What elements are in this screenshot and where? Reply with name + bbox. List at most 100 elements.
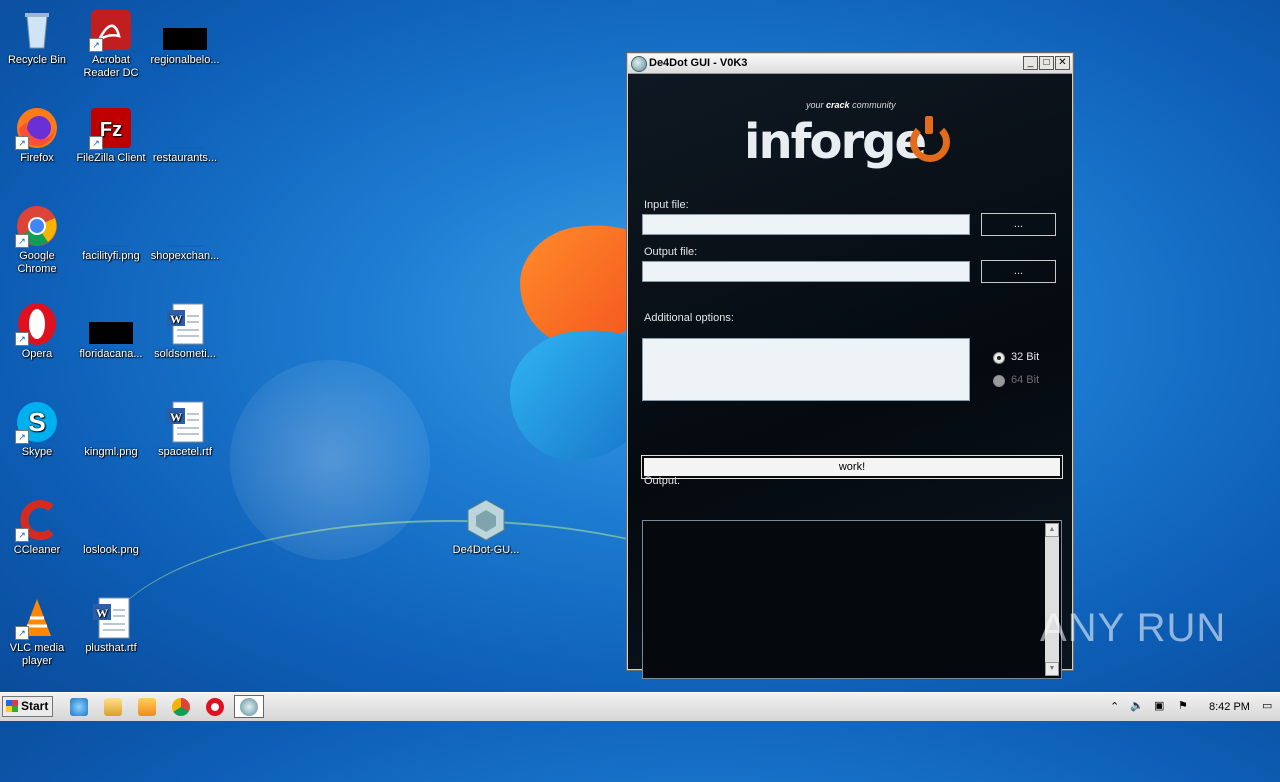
desktop-icon-floridacana[interactable]: floridacana... [74, 302, 148, 361]
maximize-button[interactable]: □ [1039, 56, 1054, 70]
ccleaner-icon: ↗ [15, 498, 59, 542]
desktop-icon-acrobat[interactable]: ↗ Acrobat Reader DC [74, 8, 148, 80]
close-button[interactable]: ✕ [1055, 56, 1070, 70]
shortcut-arrow-icon: ↗ [89, 38, 103, 52]
media-player-icon[interactable] [138, 698, 156, 716]
inforge-logo: your crack community inforge [744, 100, 974, 180]
shortcut-arrow-icon: ↗ [15, 136, 29, 150]
windows-flag-icon [6, 700, 18, 712]
firefox-icon: ↗ [15, 106, 59, 150]
ie-icon[interactable] [70, 698, 88, 716]
desktop-icon-label: Acrobat Reader DC [83, 54, 139, 79]
desktop-icon-label: De4Dot-GU... [452, 544, 520, 556]
start-label: Start [21, 699, 49, 713]
svg-text:Fz: Fz [100, 119, 122, 141]
desktop-icon-soldsometi[interactable]: W soldsometi... [148, 302, 222, 361]
anyrun-watermark: ANY RUN [1040, 606, 1227, 650]
desktop-icon-label: floridacana... [79, 348, 143, 360]
desktop-icon-filezilla[interactable]: Fz ↗ FileZilla Client [74, 106, 148, 165]
window-title: De4Dot GUI - V0K3 [649, 57, 748, 69]
clock[interactable]: 8:42 PM [1209, 701, 1250, 713]
svg-text:W: W [170, 312, 182, 326]
desktop-icon-plusthat[interactable]: W plusthat.rtf [74, 596, 148, 655]
de4dot-taskbar-button[interactable] [234, 695, 264, 718]
output-file-field[interactable] [642, 261, 970, 282]
shortcut-arrow-icon: ↗ [15, 528, 29, 542]
desktop-icon-label: kingml.png [84, 446, 138, 458]
image-file-icon [163, 8, 207, 52]
chrome-taskbar-icon[interactable] [172, 698, 190, 716]
maximize-icon: □ [1043, 57, 1050, 68]
desktop-icon-de4dot-gui[interactable]: De4Dot-GU... [449, 498, 523, 557]
logo-tagline: your crack community [806, 100, 896, 110]
minimize-button[interactable]: _ [1023, 56, 1038, 70]
explorer-icon[interactable] [104, 698, 122, 716]
desktop-icon-firefox[interactable]: ↗ Firefox [0, 106, 74, 165]
radio-32-bit-label: 32 Bit [1011, 351, 1040, 363]
desktop-icon-restaurants[interactable]: restaurants... [148, 106, 222, 165]
word-document-icon: W [163, 400, 207, 444]
desktop-icon-label: soldsometi... [154, 348, 216, 360]
shortcut-arrow-icon: ↗ [15, 332, 29, 346]
start-button[interactable]: Start [2, 696, 53, 717]
desktop-icon-label: Recycle Bin [7, 54, 67, 66]
desktop-icon-skype[interactable]: S ↗ Skype [0, 400, 74, 459]
shortcut-arrow-icon: ↗ [89, 136, 103, 150]
svg-text:W: W [96, 606, 108, 620]
desktop-icon-label: VLC media player [9, 642, 65, 667]
vlc-icon: ↗ [15, 596, 59, 640]
input-browse-button[interactable]: ... [981, 213, 1056, 236]
desktop-icon-shopexchan[interactable]: shopexchan... [148, 204, 222, 263]
shortcut-arrow-icon: ↗ [15, 430, 29, 444]
desktop-icon-facilityfi[interactable]: facilityfi.png [74, 204, 148, 263]
radio-64-bit-label: 64 Bit [1011, 374, 1040, 386]
desktop-icon-recycle-bin[interactable]: Recycle Bin [0, 8, 74, 67]
shortcut-arrow-icon: ↗ [15, 234, 29, 248]
input-file-field[interactable] [642, 214, 970, 235]
image-file-icon [89, 204, 133, 248]
desktop-icon-ccleaner[interactable]: ↗ CCleaner [0, 498, 74, 557]
de4dot-taskbar-icon [240, 698, 258, 716]
desktop-icon-label: Firefox [20, 152, 54, 164]
desktop-icon-google-chrome[interactable]: ↗ Google Chrome [0, 204, 74, 276]
minimize-icon: _ [1027, 57, 1034, 68]
svg-text:W: W [170, 410, 182, 424]
filezilla-icon: Fz ↗ [89, 106, 133, 150]
work-button[interactable]: work! [641, 455, 1063, 479]
scroll-down-icon[interactable]: ▼ [1045, 662, 1059, 676]
power-icon-stem [925, 116, 933, 134]
image-file-icon [163, 106, 207, 150]
output-scrollbar[interactable]: ▲ ▼ [1045, 523, 1059, 676]
output-text [643, 521, 1061, 527]
opera-taskbar-icon[interactable] [206, 698, 224, 716]
desktop-icon-label: plusthat.rtf [85, 642, 137, 654]
de4dot-window[interactable]: De4Dot GUI - V0K3 _ □ ✕ your crack commu… [626, 52, 1074, 679]
de4dot-icon [464, 498, 508, 542]
desktop-icon-label: loslook.png [83, 544, 139, 556]
desktop-icon-kingml[interactable]: kingml.png [74, 400, 148, 459]
desktop-icon-label: Opera [21, 348, 53, 360]
input-file-label: Input file: [644, 199, 689, 211]
show-desktop-button[interactable]: ▭ [1262, 699, 1272, 712]
desktop-icon-opera[interactable]: ↗ Opera [0, 302, 74, 361]
radio-disabled-icon [993, 375, 1005, 387]
desktop-icon-label: Google Chrome [17, 250, 57, 275]
recycle-bin-icon [15, 8, 59, 52]
output-textbox[interactable]: ▲ ▼ [642, 520, 1062, 679]
acrobat-icon: ↗ [89, 8, 133, 52]
show-hidden-icons-button[interactable]: ⌃ [1110, 700, 1119, 713]
word-document-icon: W [163, 302, 207, 346]
desktop-icon-spacetel[interactable]: W spacetel.rtf [148, 400, 222, 459]
radio-selected-icon [993, 352, 1005, 364]
action-center-flag-icon[interactable]: ⚑ [1178, 699, 1188, 712]
desktop-icon-regionalbelo[interactable]: regionalbelo... [148, 8, 222, 67]
svg-text:S: S [28, 407, 45, 437]
network-icon[interactable]: ▣ [1154, 699, 1164, 712]
scroll-up-icon[interactable]: ▲ [1045, 523, 1059, 537]
additional-options-field[interactable] [642, 338, 970, 401]
desktop-icon-loslook[interactable]: loslook.png [74, 498, 148, 557]
output-browse-button[interactable]: ... [981, 260, 1056, 283]
volume-icon[interactable]: 🔈 [1130, 699, 1144, 712]
window-titlebar[interactable]: De4Dot GUI - V0K3 _ □ ✕ [628, 54, 1072, 74]
desktop-icon-vlc[interactable]: ↗ VLC media player [0, 596, 74, 668]
